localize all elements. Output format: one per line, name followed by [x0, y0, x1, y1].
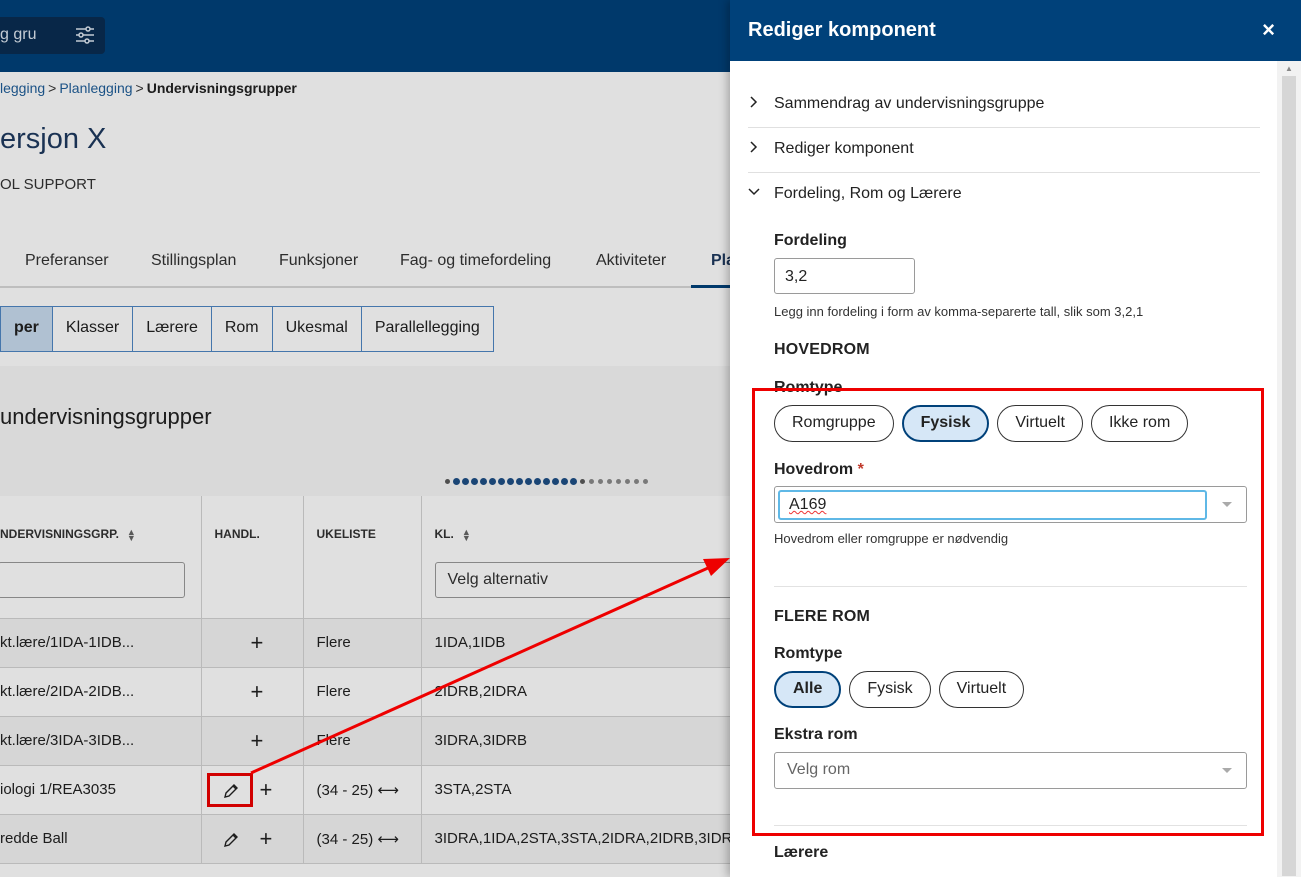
- edit-component-drawer: Rediger komponent × ▲ Sammendrag av unde…: [730, 0, 1301, 877]
- ekstra-rom-placeholder: Velg rom: [787, 761, 851, 778]
- drawer-scrollbar[interactable]: ▲: [1277, 61, 1301, 877]
- scroll-up-icon[interactable]: ▲: [1285, 64, 1293, 73]
- chevron-down-icon[interactable]: [1222, 768, 1232, 773]
- hovedrom-section-heading: HOVEDROM: [774, 341, 870, 358]
- romtype-label: Romtype: [774, 379, 843, 396]
- accordion-label: Fordeling, Rom og Lærere: [774, 185, 962, 202]
- accordion-fordeling-rom-laerere[interactable]: Fordeling, Rom og Lærere: [748, 173, 1260, 218]
- drawer-title: Rediger komponent: [748, 19, 936, 41]
- hovedrom-input[interactable]: A169: [778, 490, 1207, 520]
- scrollbar-thumb[interactable]: [1282, 76, 1296, 876]
- hovedrom-label: Hovedrom *: [774, 461, 1260, 479]
- flere-romtype-options: Alle Fysisk Virtuelt: [774, 671, 1260, 708]
- flere-romtype-alle[interactable]: Alle: [774, 671, 842, 708]
- romtype-fysisk[interactable]: Fysisk: [901, 405, 990, 442]
- hovedrom-value: A169: [789, 496, 827, 513]
- romtype-virtuelt[interactable]: Virtuelt: [997, 405, 1083, 442]
- chevron-down-icon: [748, 188, 760, 196]
- required-marker: *: [857, 461, 864, 478]
- section-divider: [774, 586, 1247, 587]
- fordeling-help: Legg inn fordeling i form av komma-separ…: [774, 304, 1144, 319]
- hovedrom-select[interactable]: A169: [774, 486, 1247, 523]
- romtype-ikke-rom[interactable]: Ikke rom: [1090, 405, 1189, 442]
- ekstra-rom-label: Ekstra rom: [774, 726, 858, 743]
- flere-romtype-label: Romtype: [774, 645, 843, 662]
- hovedrom-help: Hovedrom eller romgruppe er nødvendig: [774, 531, 1009, 546]
- accordion-edit-component[interactable]: Rediger komponent: [748, 128, 1260, 173]
- flere-rom-section-heading: FLERE ROM: [774, 608, 871, 625]
- romtype-romgruppe[interactable]: Romgruppe: [774, 405, 894, 442]
- accordion-content: Fordeling 3,2 Legg inn fordeling i form …: [748, 232, 1260, 862]
- section-divider: [774, 825, 1247, 826]
- fordeling-input[interactable]: 3,2: [774, 258, 915, 294]
- hovedrom-label-text: Hovedrom: [774, 461, 854, 478]
- laerere-section-label: Lærere: [774, 844, 829, 861]
- drawer-body: Sammendrag av undervisningsgruppe Redige…: [748, 61, 1260, 862]
- chevron-down-icon[interactable]: [1222, 502, 1232, 507]
- romtype-options: Romgruppe Fysisk Virtuelt Ikke rom: [774, 405, 1260, 442]
- fordeling-label: Fordeling: [774, 232, 847, 249]
- drawer-header: Rediger komponent ×: [730, 0, 1301, 61]
- accordion-label: Sammendrag av undervisningsgruppe: [774, 95, 1045, 112]
- flere-romtype-virtuelt[interactable]: Virtuelt: [938, 671, 1025, 708]
- close-icon[interactable]: ×: [1262, 17, 1275, 43]
- accordion-summary[interactable]: Sammendrag av undervisningsgruppe: [748, 83, 1260, 128]
- flere-romtype-fysisk[interactable]: Fysisk: [849, 671, 931, 708]
- chevron-right-icon: [750, 96, 758, 108]
- accordion-label: Rediger komponent: [774, 140, 914, 157]
- chevron-right-icon: [750, 141, 758, 153]
- ekstra-rom-select[interactable]: Velg rom: [774, 752, 1247, 789]
